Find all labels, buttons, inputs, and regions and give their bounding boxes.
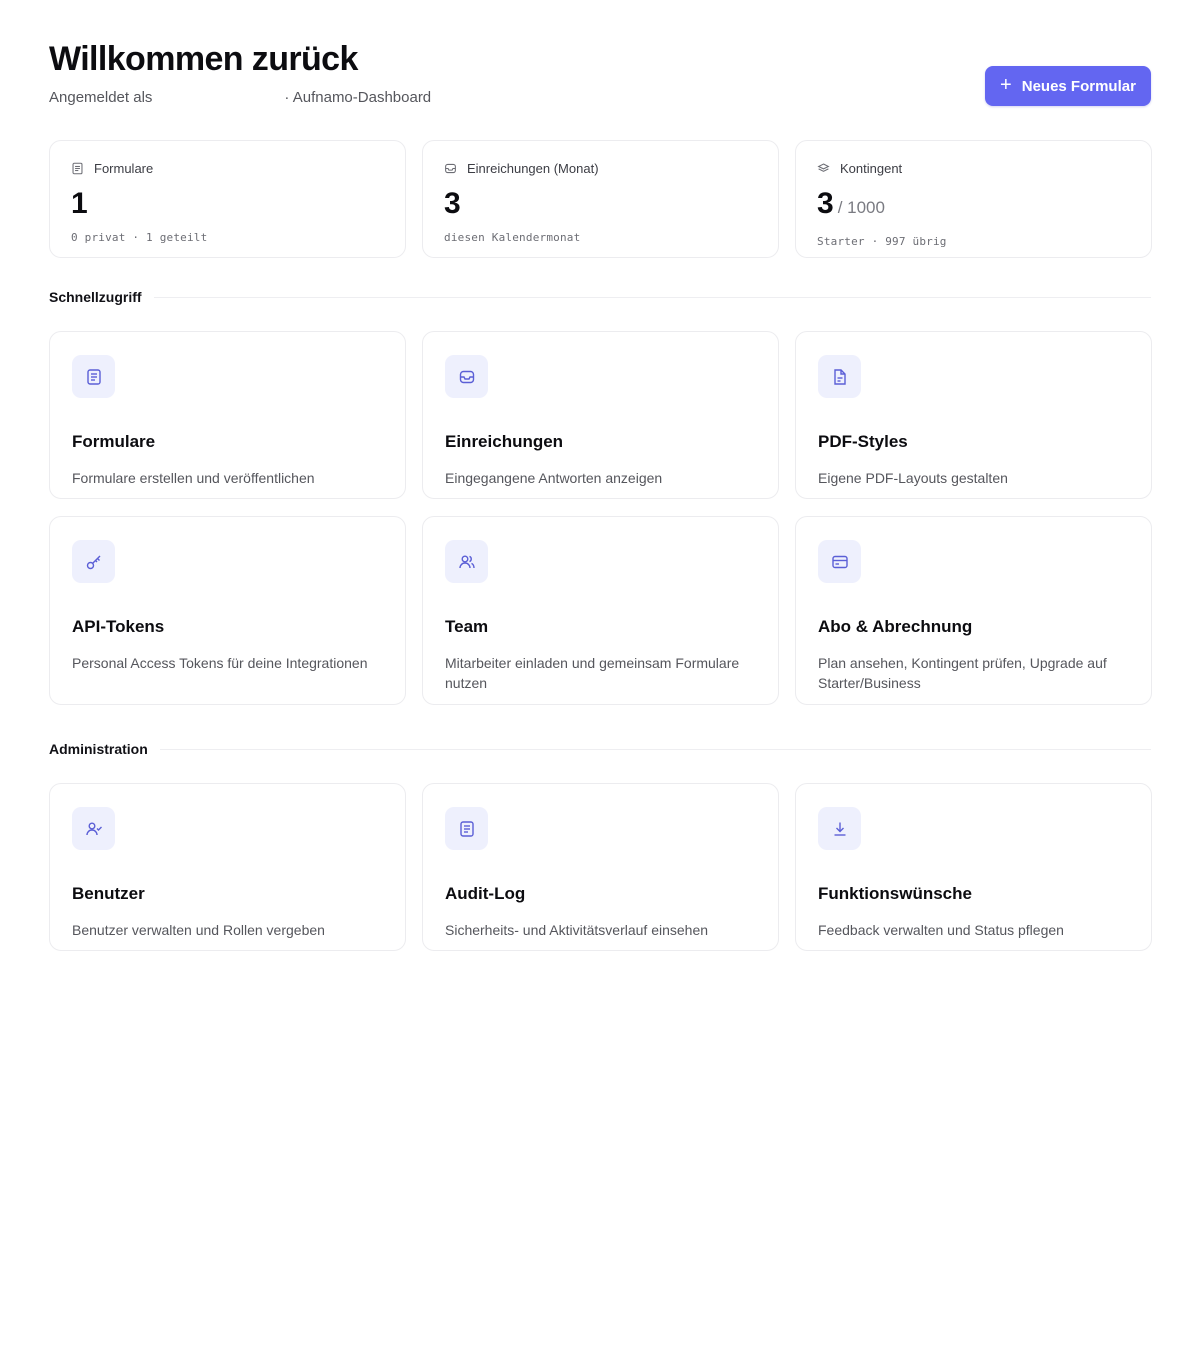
new-form-button-label: Neues Formular [1021,77,1136,95]
stat-card-forms: Formulare 1 0 privat · 1 geteilt [49,140,406,258]
card-audit-log[interactable]: Audit-Log Sicherheits- und Aktivitätsver… [422,783,779,951]
card-title: Team [445,617,489,636]
subtitle-suffix: · Aufnamo-Dashboard [284,89,432,106]
section-divider [153,296,1151,298]
card-description: Benutzer verwalten und Rollen vergeben [72,922,325,938]
stat-value: 3 [817,187,834,220]
stat-card-quota: Kontingent 3 / 1000 Starter · 997 übrig [795,140,1152,258]
page-subtitle: Angemeldet als · Aufnamo-Dashboard [49,89,431,106]
section-title-label: Administration [49,741,148,757]
card-description: Eingegangene Antworten anzeigen [445,470,663,486]
section-title-label: Schnellzugriff [49,289,142,305]
stat-value: 1 [71,187,88,220]
user-check-icon [85,822,102,835]
layers-icon [817,162,830,172]
card-title: PDF-Styles [818,432,908,451]
card-title: Funktionswünsche [818,884,972,903]
card-benutzer[interactable]: Benutzer Benutzer verwalten und Rollen v… [49,783,406,951]
stat-label: Formulare [94,160,154,176]
card-formulare[interactable]: Formulare Formulare erstellen und veröff… [49,331,406,499]
card-api-tokens[interactable]: API-Tokens Personal Access Tokens für de… [49,516,406,705]
credit-card-icon [831,555,848,568]
stat-value-sub: / 1000 [837,198,885,217]
card-title: Audit-Log [445,884,526,903]
new-form-button[interactable]: + Neues Formular [985,66,1151,106]
stats-row: Formulare 1 0 privat · 1 geteilt Einreic… [49,140,1152,258]
stat-card-submissions: Einreichungen (Monat) 3 diesen Kalenderm… [422,140,779,258]
users-icon [458,555,475,568]
document-icon [72,162,83,174]
section-divider [159,748,1151,750]
card-einreichungen[interactable]: Einreichungen Eingegangene Antworten anz… [422,331,779,499]
subtitle-prefix: Angemeldet als [49,89,153,106]
plus-icon: + [1000,74,1012,96]
card-title: Abo & Abrechnung [818,617,973,636]
card-team[interactable]: Team Mitarbeiter einladen und gemeinsam … [422,516,779,705]
download-icon [834,822,845,836]
card-description: Personal Access Tokens für deine Integra… [72,655,368,671]
card-pdf-styles[interactable]: PDF-Styles Eigene PDF-Layouts gestalten [795,331,1152,499]
page-header: Willkommen zurück Angemeldet als · Aufnam… [49,0,1151,140]
stat-meta: Starter · 997 übrig [817,235,947,248]
quick-access-grid-row-2: API-Tokens Personal Access Tokens für de… [49,516,1152,705]
stat-label: Kontingent [840,160,903,176]
section-title-administration: Administration [49,739,1151,759]
card-title: Formulare [72,432,156,451]
card-title: Einreichungen [445,432,564,451]
card-title: API-Tokens [72,617,165,636]
stat-value: 3 [444,187,461,220]
card-description: Sicherheits- und Aktivitätsverlauf einse… [445,922,709,938]
card-abo-abrechnung[interactable]: Abo & Abrechnung Plan ansehen, Kontingen… [795,516,1152,705]
card-description: Mitarbeiter einladen und gemeinsam Formu… [445,655,740,691]
key-icon [86,555,100,569]
section-title-quick-access: Schnellzugriff [49,287,1151,307]
page-title: Willkommen zurück [49,40,358,78]
card-title: Benutzer [72,884,145,903]
card-description: Formulare erstellen und veröffentlichen [72,470,315,486]
document-icon [459,820,474,837]
stat-meta: diesen Kalendermonat [444,231,581,244]
card-description: Eigene PDF-Layouts gestalten [818,470,1008,486]
inbox-icon [445,163,456,173]
administration-grid: Benutzer Benutzer verwalten und Rollen v… [49,783,1152,951]
inbox-icon [459,370,474,383]
quick-access-grid: Formulare Formulare erstellen und veröff… [49,331,1152,499]
card-description: Feedback verwalten und Status pflegen [818,922,1064,938]
document-icon [86,368,101,385]
stat-label: Einreichungen (Monat) [467,160,599,176]
card-description: Plan ansehen, Kontingent prüfen, Upgrade… [818,655,1107,691]
file-icon [833,368,846,385]
card-funktionswuensche[interactable]: Funktionswünsche Feedback verwalten und … [795,783,1152,951]
stat-meta: 0 privat · 1 geteilt [71,231,208,244]
